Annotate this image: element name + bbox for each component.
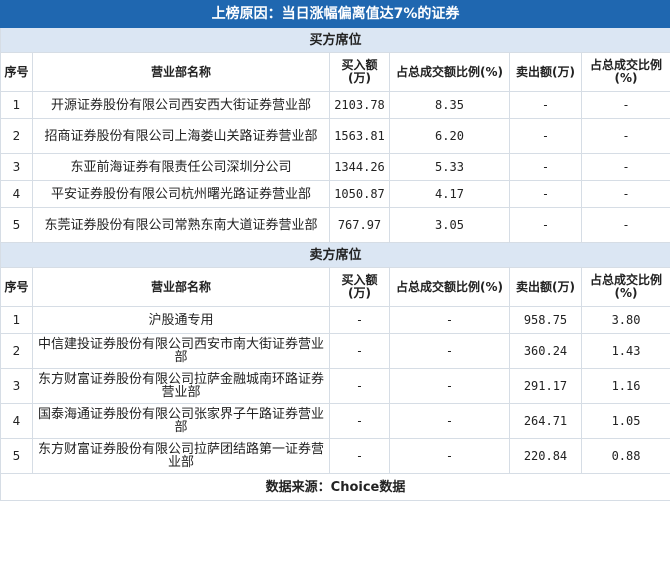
- branch-name: 沪股通专用: [32, 306, 330, 334]
- sell-amount: -: [509, 207, 582, 243]
- buy-header-row: 序号 营业部名称 买入额(万) 占总成交额比例(%) 卖出额(万) 占总成交比例…: [0, 52, 670, 92]
- header-name: 营业部名称: [32, 267, 330, 307]
- row-index: 4: [0, 180, 33, 208]
- branch-name: 东方财富证券股份有限公司拉萨金融城南环路证券营业部: [32, 368, 330, 404]
- buy-ratio: -: [389, 306, 510, 334]
- sell-section-row: 卖方席位: [0, 242, 670, 268]
- row-index: 4: [0, 403, 33, 439]
- table-row: 1 开源证券股份有限公司西安西大街证券营业部 2103.78 8.35 - -: [0, 91, 670, 119]
- header-buy-ratio: 占总成交额比例(%): [389, 267, 510, 307]
- table-row: 4 国泰海通证券股份有限公司张家界子午路证券营业部 - - 264.71 1.0…: [0, 403, 670, 439]
- row-index: 3: [0, 153, 33, 181]
- sell-amount: 220.84: [509, 438, 582, 474]
- sell-ratio: -: [580, 153, 670, 181]
- branch-name: 招商证券股份有限公司上海娄山关路证券营业部: [32, 118, 330, 154]
- buy-section-title: 买方席位: [0, 27, 670, 53]
- header-name: 营业部名称: [32, 52, 330, 92]
- buy-amount: -: [329, 368, 390, 404]
- sell-ratio: -: [580, 91, 670, 119]
- row-index: 3: [0, 368, 33, 404]
- buy-amount: 1344.26: [329, 153, 390, 181]
- header-buy-ratio: 占总成交额比例(%): [389, 52, 510, 92]
- table-row: 2 招商证券股份有限公司上海娄山关路证券营业部 1563.81 6.20 - -: [0, 118, 670, 154]
- branch-name: 东亚前海证券有限责任公司深圳分公司: [32, 153, 330, 181]
- sell-ratio: 0.88: [580, 438, 670, 474]
- sell-ratio: -: [580, 180, 670, 208]
- branch-name: 中信建投证券股份有限公司西安市南大街证券营业部: [32, 333, 330, 369]
- buy-amount: -: [329, 438, 390, 474]
- buy-ratio: -: [389, 333, 510, 369]
- row-index: 5: [0, 438, 33, 474]
- footer-row: 数据来源：Choice数据: [0, 473, 670, 501]
- table-row: 3 东方财富证券股份有限公司拉萨金融城南环路证券营业部 - - 291.17 1…: [0, 368, 670, 404]
- row-index: 5: [0, 207, 33, 243]
- header-buy-amount: 买入额(万): [329, 52, 390, 92]
- branch-name: 东莞证券股份有限公司常熟东南大道证券营业部: [32, 207, 330, 243]
- sell-ratio: -: [580, 207, 670, 243]
- table-row: 5 东莞证券股份有限公司常熟东南大道证券营业部 767.97 3.05 - -: [0, 207, 670, 243]
- sell-ratio: -: [580, 118, 670, 154]
- sell-amount: -: [509, 91, 582, 119]
- table-row: 2 中信建投证券股份有限公司西安市南大街证券营业部 - - 360.24 1.4…: [0, 333, 670, 369]
- sell-ratio: 1.43: [580, 333, 670, 369]
- header-sell-amount: 卖出额(万): [509, 52, 582, 92]
- header-sell-amount: 卖出额(万): [509, 267, 582, 307]
- sell-amount: 264.71: [509, 403, 582, 439]
- buy-ratio: 3.05: [389, 207, 510, 243]
- buy-ratio: -: [389, 438, 510, 474]
- sell-amount: -: [509, 118, 582, 154]
- title-row: 上榜原因：当日涨幅偏离值达7%的证券: [0, 0, 670, 28]
- header-sell-ratio: 占总成交比例(%): [580, 52, 670, 92]
- lhb-table: 上榜原因：当日涨幅偏离值达7%的证券 买方席位 序号 营业部名称 买入额(万) …: [0, 0, 670, 501]
- buy-section-row: 买方席位: [0, 27, 670, 53]
- branch-name: 平安证券股份有限公司杭州曙光路证券营业部: [32, 180, 330, 208]
- row-index: 1: [0, 91, 33, 119]
- table-title: 上榜原因：当日涨幅偏离值达7%的证券: [0, 0, 670, 28]
- sell-ratio: 1.16: [580, 368, 670, 404]
- buy-amount: 767.97: [329, 207, 390, 243]
- sell-section-title: 卖方席位: [0, 242, 670, 268]
- sell-ratio: 3.80: [580, 306, 670, 334]
- sell-amount: 291.17: [509, 368, 582, 404]
- buy-ratio: 5.33: [389, 153, 510, 181]
- sell-amount: 360.24: [509, 333, 582, 369]
- buy-ratio: -: [389, 368, 510, 404]
- table-row: 1 沪股通专用 - - 958.75 3.80: [0, 306, 670, 334]
- buy-ratio: 4.17: [389, 180, 510, 208]
- row-index: 2: [0, 118, 33, 154]
- data-source: 数据来源：Choice数据: [0, 473, 670, 501]
- sell-amount: -: [509, 153, 582, 181]
- sell-header-row: 序号 营业部名称 买入额(万) 占总成交额比例(%) 卖出额(万) 占总成交比例…: [0, 267, 670, 307]
- header-buy-amount: 买入额(万): [329, 267, 390, 307]
- sell-amount: 958.75: [509, 306, 582, 334]
- buy-ratio: -: [389, 403, 510, 439]
- buy-amount: -: [329, 333, 390, 369]
- table-row: 4 平安证券股份有限公司杭州曙光路证券营业部 1050.87 4.17 - -: [0, 180, 670, 208]
- header-sell-ratio: 占总成交比例(%): [580, 267, 670, 307]
- header-index: 序号: [0, 267, 33, 307]
- sell-ratio: 1.05: [580, 403, 670, 439]
- buy-ratio: 6.20: [389, 118, 510, 154]
- sell-amount: -: [509, 180, 582, 208]
- branch-name: 开源证券股份有限公司西安西大街证券营业部: [32, 91, 330, 119]
- branch-name: 东方财富证券股份有限公司拉萨团结路第一证券营业部: [32, 438, 330, 474]
- buy-amount: 1563.81: [329, 118, 390, 154]
- buy-amount: -: [329, 403, 390, 439]
- buy-amount: 2103.78: [329, 91, 390, 119]
- buy-amount: 1050.87: [329, 180, 390, 208]
- buy-amount: -: [329, 306, 390, 334]
- row-index: 1: [0, 306, 33, 334]
- table-row: 3 东亚前海证券有限责任公司深圳分公司 1344.26 5.33 - -: [0, 153, 670, 181]
- branch-name: 国泰海通证券股份有限公司张家界子午路证券营业部: [32, 403, 330, 439]
- header-index: 序号: [0, 52, 33, 92]
- row-index: 2: [0, 333, 33, 369]
- buy-ratio: 8.35: [389, 91, 510, 119]
- table-row: 5 东方财富证券股份有限公司拉萨团结路第一证券营业部 - - 220.84 0.…: [0, 438, 670, 474]
